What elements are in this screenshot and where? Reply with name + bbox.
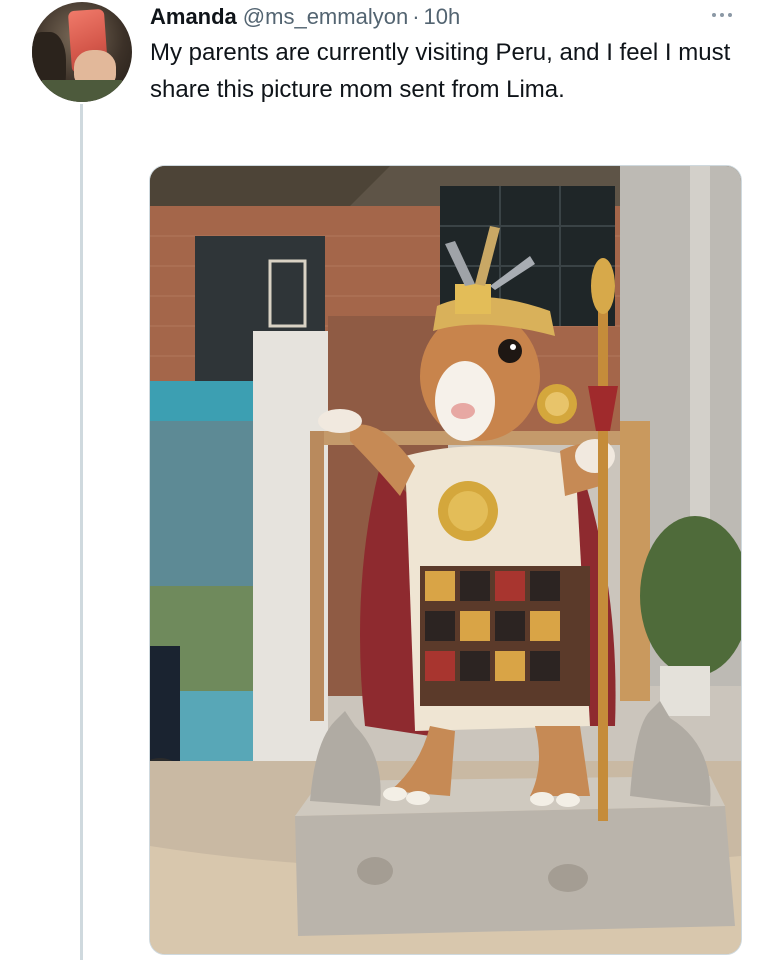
more-dot — [712, 13, 716, 17]
more-options-icon[interactable] — [700, 4, 744, 26]
user-handle[interactable]: @ms_emmalyon — [243, 2, 408, 32]
tweet-photo[interactable] — [149, 165, 742, 955]
tweet-timestamp[interactable]: 10h — [424, 2, 461, 32]
more-dot — [728, 13, 732, 17]
header-separator: · — [412, 4, 420, 29]
tweet-text: My parents are currently visiting Peru, … — [150, 39, 731, 103]
more-dot — [720, 13, 724, 17]
guinea-pig-statue-photo — [150, 166, 741, 954]
avatar-shirt — [42, 80, 122, 102]
avatar[interactable] — [32, 2, 132, 102]
tweet-header: Amanda @ms_emmalyon · 10h — [150, 2, 460, 32]
thread-line — [80, 104, 83, 960]
display-name[interactable]: Amanda — [150, 2, 237, 32]
